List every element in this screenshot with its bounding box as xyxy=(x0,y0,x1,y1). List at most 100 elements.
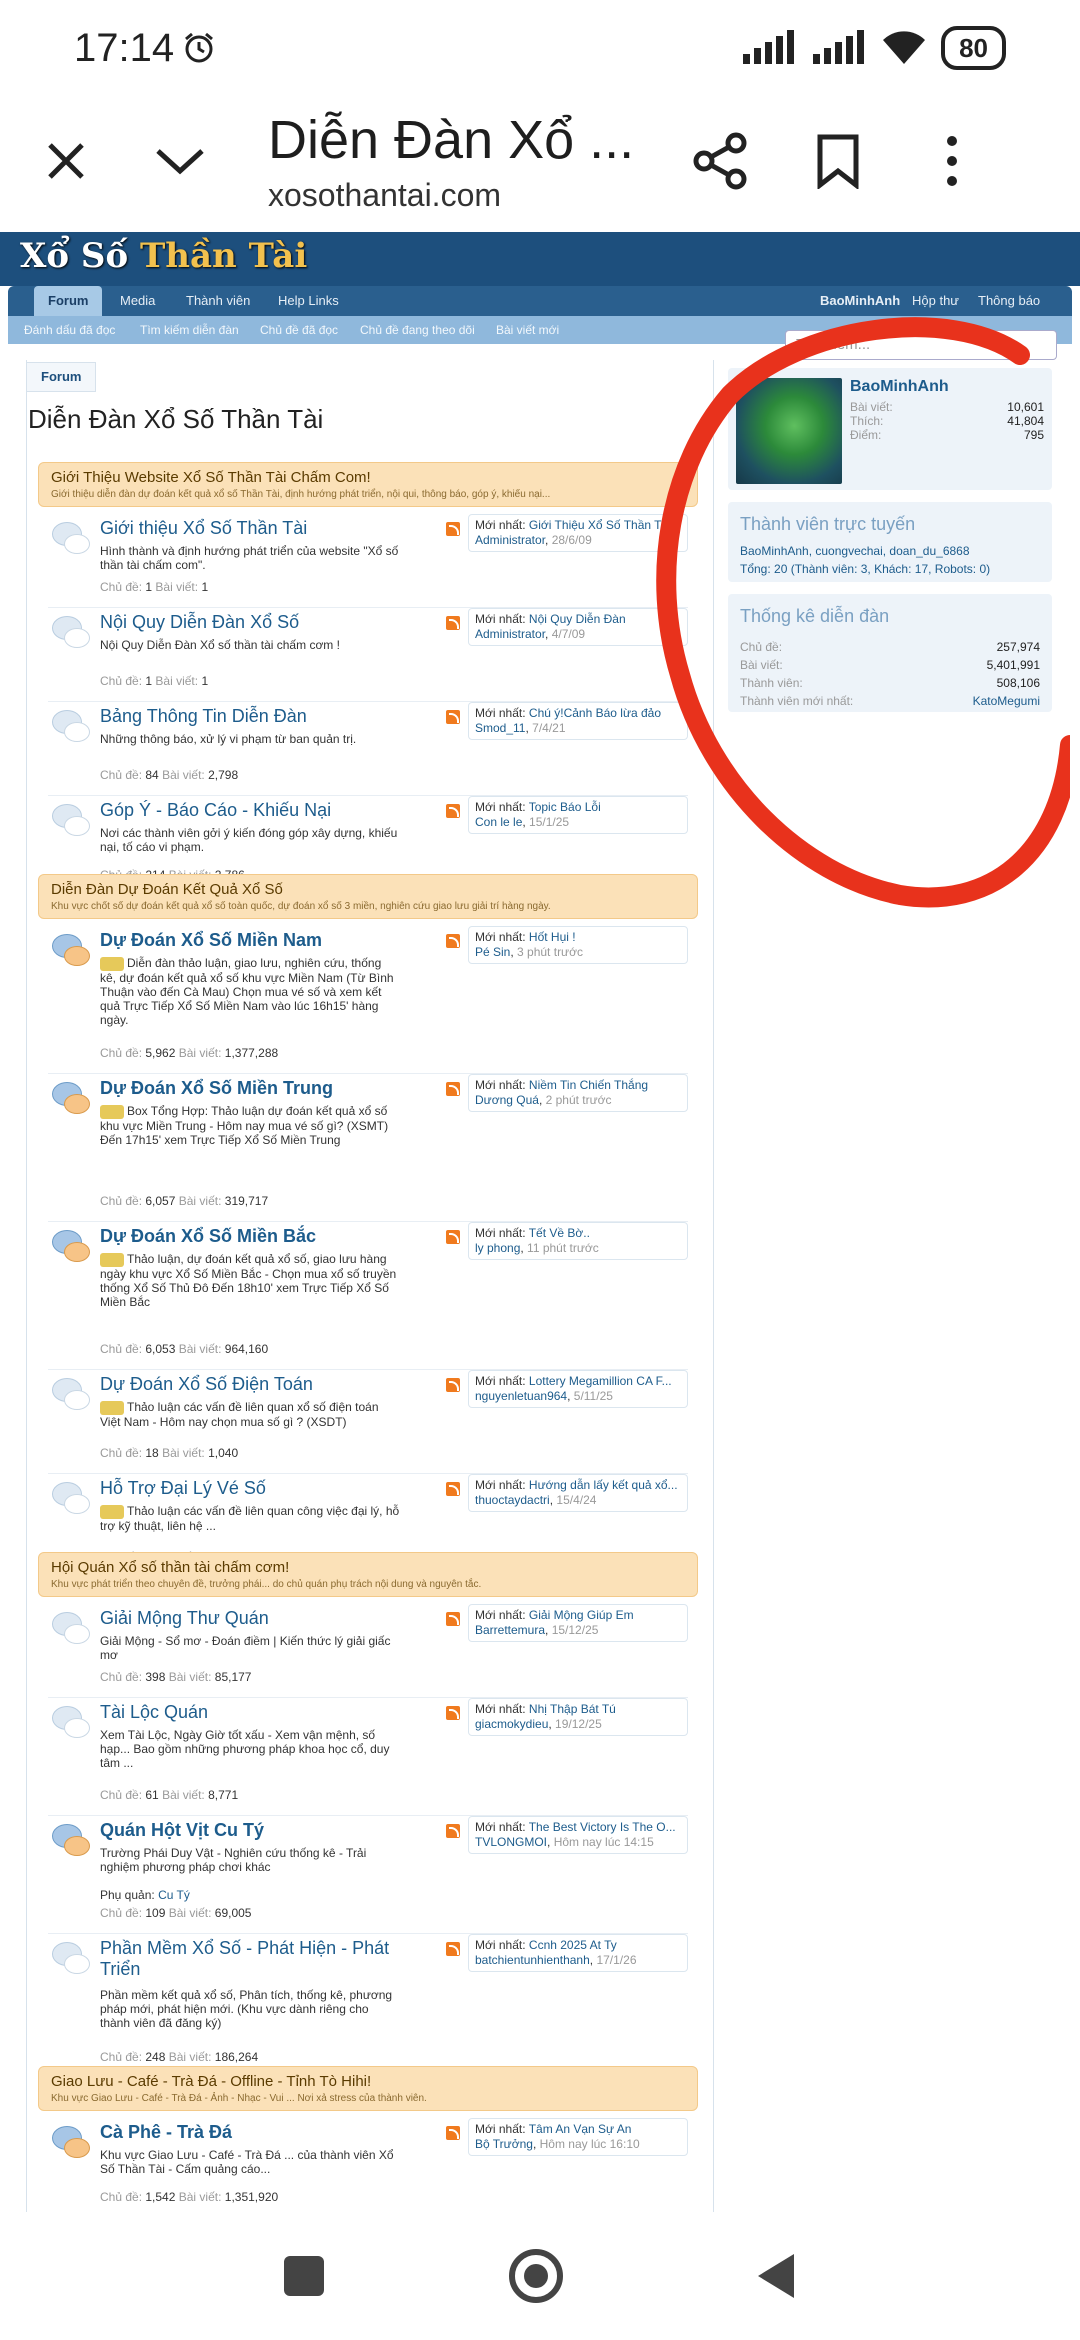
latest-user-link[interactable]: TVLONGMOI xyxy=(475,1835,547,1849)
latest-user-link[interactable]: Administrator xyxy=(475,533,545,547)
forum-title-link[interactable]: Quán Hột Vịt Cu Tý xyxy=(100,1820,420,1841)
latest-user-link[interactable]: nguyenletuan964 xyxy=(475,1389,567,1403)
category-header[interactable]: Hội Quán Xổ số thần tài chấm cơm! Khu vực… xyxy=(38,1552,698,1597)
forum-title-link[interactable]: Cà Phê - Trà Đá xyxy=(100,2122,420,2143)
category-title[interactable]: Giới Thiệu Website Xổ Số Thần Tài Chấm C… xyxy=(51,469,685,486)
site-logo[interactable]: Xổ Số Thần Tài xyxy=(20,236,307,276)
forum-node[interactable]: Dự Đoán Xổ Số Miền Bắc Thảo luận, dự đoán… xyxy=(48,1222,688,1370)
category-header[interactable]: Diễn Đàn Dự Đoán Kết Quả Xổ Số Khu vực ch… xyxy=(38,874,698,919)
nav-members[interactable]: Thành viên xyxy=(186,286,250,316)
recents-icon[interactable] xyxy=(276,2248,332,2304)
forum-title-link[interactable]: Góp Ý - Báo Cáo - Khiếu Nại xyxy=(100,800,420,821)
latest-thread-link[interactable]: Ccnh 2025 At Ty xyxy=(529,1938,617,1952)
bookmark-button[interactable] xyxy=(796,119,880,203)
forum-node[interactable]: Phần Mềm Xổ Số - Phát Hiện - Phát Triển P… xyxy=(48,1934,688,2078)
rss-icon[interactable] xyxy=(446,1082,460,1096)
category-title[interactable]: Hội Quán Xổ số thần tài chấm cơm! xyxy=(51,1559,685,1576)
category-header[interactable]: Giao Lưu - Café - Trà Đá - Offline - Tỉn… xyxy=(38,2066,698,2111)
rss-icon[interactable] xyxy=(446,1230,460,1244)
more-options-button[interactable] xyxy=(910,119,994,203)
rss-icon[interactable] xyxy=(446,522,460,536)
latest-thread-link[interactable]: Niềm Tin Chiến Thắng xyxy=(529,1078,648,1092)
latest-thread-link[interactable]: Hốt Hụi ! xyxy=(529,930,576,944)
forum-title-link[interactable]: Dự Đoán Xổ Số Miền Nam xyxy=(100,930,420,951)
rss-icon[interactable] xyxy=(446,1612,460,1626)
subnav-watched-forums[interactable]: Chủ đề đã đọc xyxy=(260,316,338,344)
forum-title-link[interactable]: Hỗ Trợ Đại Lý Vé Số xyxy=(100,1478,420,1499)
forum-node[interactable]: Nội Quy Diễn Đàn Xổ Số Nội Quy Diễn Đàn X… xyxy=(48,608,688,702)
forum-title-link[interactable]: Bảng Thông Tin Diễn Đàn xyxy=(100,706,420,727)
latest-thread-link[interactable]: Topic Báo Lỗi xyxy=(529,800,601,814)
nav-help-links[interactable]: Help Links xyxy=(278,286,339,316)
latest-user-link[interactable]: Smod_11 xyxy=(475,721,525,735)
nav-forum[interactable]: Forum xyxy=(34,286,103,316)
share-button[interactable] xyxy=(678,119,762,203)
nav-alerts[interactable]: Thông báo xyxy=(978,286,1040,316)
breadcrumb[interactable]: Forum xyxy=(26,362,97,392)
forum-title-link[interactable]: Phần Mềm Xổ Số - Phát Hiện - Phát Triển xyxy=(100,1938,420,1980)
forum-title-link[interactable]: Dự Đoán Xổ Số Miền Bắc xyxy=(100,1226,420,1247)
forum-title-link[interactable]: Dự Đoán Xổ Số Miền Trung xyxy=(100,1078,420,1099)
forum-node[interactable]: Dự Đoán Xổ Số Điện Toán Thảo luận các vấn… xyxy=(48,1370,688,1474)
latest-user-link[interactable]: batchientunhienthanh xyxy=(475,1953,590,1967)
forum-node[interactable]: Cà Phê - Trà Đá Khu vực Giao Lưu - Café -… xyxy=(48,2118,688,2218)
latest-thread-link[interactable]: Tâm An Vạn Sự An xyxy=(529,2122,632,2136)
rss-icon[interactable] xyxy=(446,1824,460,1838)
rss-icon[interactable] xyxy=(446,804,460,818)
collapse-button[interactable] xyxy=(138,119,222,203)
rss-icon[interactable] xyxy=(446,1942,460,1956)
forum-node[interactable]: Quán Hột Vịt Cu Tý Trường Phái Duy Vật - … xyxy=(48,1816,688,1934)
back-icon[interactable] xyxy=(748,2248,804,2304)
latest-user-link[interactable]: Dương Quá xyxy=(475,1093,539,1107)
rss-icon[interactable] xyxy=(446,1482,460,1496)
subnav-search-forums[interactable]: Tìm kiếm diễn đàn xyxy=(140,316,239,344)
rss-icon[interactable] xyxy=(446,1706,460,1720)
nav-media[interactable]: Media xyxy=(120,286,155,316)
rss-icon[interactable] xyxy=(446,2126,460,2140)
forum-title-link[interactable]: Giải Mộng Thư Quán xyxy=(100,1608,420,1629)
latest-thread-link[interactable]: Lottery Megamillion CA F... xyxy=(529,1374,672,1388)
latest-thread-link[interactable]: Nhị Thập Bát Tú xyxy=(529,1702,616,1716)
latest-user-link[interactable]: thuoctaydactri xyxy=(475,1493,550,1507)
category-title[interactable]: Giao Lưu - Café - Trà Đá - Offline - Tỉn… xyxy=(51,2073,685,2090)
home-icon[interactable] xyxy=(508,2248,564,2304)
forum-title-link[interactable]: Tài Lộc Quán xyxy=(100,1702,420,1723)
latest-user-link[interactable]: giacmokydieu xyxy=(475,1717,548,1731)
nav-inbox[interactable]: Hộp thư xyxy=(912,286,959,316)
latest-thread-link[interactable]: Nội Quy Diễn Đàn xyxy=(529,612,626,626)
latest-user-link[interactable]: ly phong xyxy=(475,1241,520,1255)
latest-thread-link[interactable]: The Best Victory Is The O... xyxy=(529,1820,676,1834)
forum-node[interactable]: Dự Đoán Xổ Số Miền Nam Diễn đàn thảo luận… xyxy=(48,926,688,1074)
rss-icon[interactable] xyxy=(446,710,460,724)
forum-title-link[interactable]: Giới thiệu Xổ Số Thần Tài xyxy=(100,518,420,539)
subnav-watched-threads[interactable]: Chủ đề đang theo dõi xyxy=(360,316,475,344)
online-members[interactable]: BaoMinhAnh, cuongvechai, doan_du_6868 xyxy=(740,544,970,558)
forum-node[interactable]: Dự Đoán Xổ Số Miền Trung Box Tổng Hợp: Th… xyxy=(48,1074,688,1222)
latest-thread-link[interactable]: Giới Thiệu Xổ Số Thần Tài xyxy=(529,518,671,532)
latest-thread-link[interactable]: Tết Về Bờ.. xyxy=(529,1226,590,1240)
rss-icon[interactable] xyxy=(446,934,460,948)
forum-title-link[interactable]: Nội Quy Diễn Đàn Xổ Số xyxy=(100,612,420,633)
category-title[interactable]: Diễn Đàn Dự Đoán Kết Quả Xổ Số xyxy=(51,881,685,898)
category-header[interactable]: Giới Thiệu Website Xổ Số Thần Tài Chấm C… xyxy=(38,462,698,507)
latest-user-link[interactable]: Administrator xyxy=(475,627,545,641)
forum-title-link[interactable]: Dự Đoán Xổ Số Điện Toán xyxy=(100,1374,420,1395)
nav-user[interactable]: BaoMinhAnh xyxy=(820,286,900,316)
latest-thread-link[interactable]: Hướng dẫn lấy kết quả xổ... xyxy=(529,1478,678,1492)
forum-node[interactable]: Bảng Thông Tin Diễn Đàn Những thông báo, … xyxy=(48,702,688,796)
moderator-link[interactable]: Cu Tý xyxy=(158,1888,190,1902)
forum-node[interactable]: Giới thiệu Xổ Số Thần Tài Hình thành và đ… xyxy=(48,514,688,608)
latest-thread-link[interactable]: Giải Mộng Giúp Em xyxy=(529,1608,634,1622)
latest-thread-link[interactable]: Chú ý!Cảnh Báo lừa đảo xyxy=(529,706,661,720)
rss-icon[interactable] xyxy=(446,616,460,630)
forum-node[interactable]: Giải Mộng Thư Quán Giải Mộng - Sổ mơ - Đo… xyxy=(48,1604,688,1698)
latest-user-link[interactable]: Pé Sin xyxy=(475,945,510,959)
subnav-new-posts[interactable]: Bài viết mới xyxy=(496,316,559,344)
latest-user-link[interactable]: Bộ Trưởng xyxy=(475,2137,533,2151)
newest-member-link[interactable]: KatoMegumi xyxy=(973,694,1040,708)
sidebar-username[interactable]: BaoMinhAnh xyxy=(850,378,949,396)
search-input[interactable]: Tìm kiếm... xyxy=(785,330,1057,360)
latest-user-link[interactable]: Con le le xyxy=(475,815,522,829)
subnav-mark-read[interactable]: Đánh dấu đã đọc xyxy=(24,316,115,344)
close-button[interactable] xyxy=(24,119,108,203)
